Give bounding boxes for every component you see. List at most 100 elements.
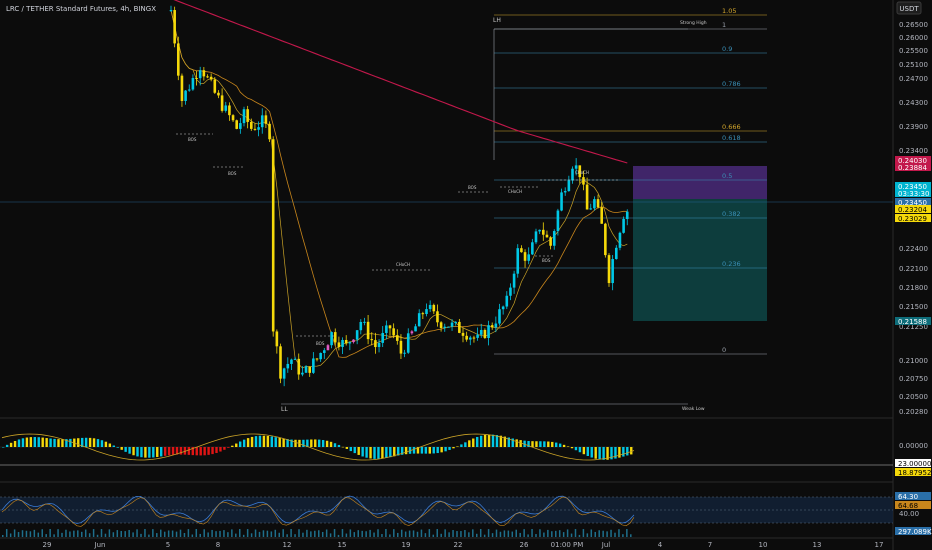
- volume-bar: [136, 529, 138, 537]
- histogram-bar: [472, 438, 475, 447]
- volume-bar: [286, 534, 288, 537]
- histogram-bar: [385, 447, 388, 458]
- price-tick-label: 0.22400: [899, 245, 928, 253]
- histogram-bar: [211, 447, 214, 455]
- volume-bar: [606, 531, 608, 537]
- histogram-bar: [278, 437, 281, 447]
- candle-body: [523, 252, 527, 261]
- volume-bar: [128, 529, 130, 537]
- volume-bar: [140, 533, 142, 537]
- price-tick-label: 0.20500: [899, 393, 928, 401]
- structure-label: Strong High: [680, 20, 707, 26]
- fib-label: 0.382: [722, 210, 741, 218]
- volume-bar: [574, 529, 577, 537]
- volume-bar: [73, 530, 75, 537]
- volume-bar: [345, 533, 348, 537]
- volume-bar: [148, 534, 150, 537]
- histogram-bar: [235, 443, 238, 447]
- histogram-bar: [570, 447, 574, 449]
- histogram-bar: [207, 447, 210, 455]
- candle-body: [472, 337, 476, 339]
- candle-body: [279, 346, 282, 379]
- volume-bar: [586, 533, 589, 537]
- histogram-bar: [167, 447, 171, 456]
- candle-body: [191, 78, 195, 90]
- volume-bar: [555, 530, 557, 537]
- histogram-bar: [464, 442, 467, 447]
- volume-bar: [531, 529, 533, 537]
- candle-body: [257, 127, 260, 130]
- candle-body: [370, 339, 374, 341]
- candle-body: [607, 255, 611, 284]
- volume-bar: [618, 529, 620, 537]
- volume-bar: [242, 534, 245, 537]
- candle-body: [560, 192, 563, 211]
- candle-body: [567, 180, 571, 192]
- candle-body: [220, 95, 224, 111]
- candle-body: [341, 339, 344, 347]
- stop-loss-zone: [633, 166, 767, 199]
- volume-bar: [258, 531, 261, 537]
- volume-bar: [65, 529, 67, 537]
- candle-body: [239, 123, 242, 129]
- volume-bar: [515, 529, 517, 537]
- chart-canvas[interactable]: 1.05 1 0.9 0.786 0.666 0.618 0.5 0.382 0.236 0 LH…: [0, 0, 932, 550]
- volume-bar: [400, 529, 403, 537]
- volume-bar: [81, 531, 83, 537]
- histogram-bar: [57, 439, 60, 447]
- histogram-bar: [171, 447, 175, 455]
- volume-bar: [551, 531, 553, 537]
- histogram-bar: [2, 447, 5, 448]
- histogram-bar: [69, 438, 72, 447]
- oscillator-value-text: 64.30: [898, 493, 918, 501]
- structure-label: LL: [281, 406, 288, 413]
- volume-bar: [412, 530, 415, 537]
- volume-bar: [124, 531, 126, 537]
- histogram-bar: [483, 434, 487, 447]
- candle-body: [552, 231, 556, 246]
- volume-bar: [519, 532, 521, 537]
- volume-bar: [468, 532, 470, 537]
- volume-bar: [365, 531, 367, 537]
- candle-body: [625, 211, 629, 220]
- volume-bar: [116, 530, 119, 537]
- price-tick-label: 0.24700: [899, 75, 928, 83]
- time-tick-label: 7: [708, 541, 712, 549]
- histogram-bar: [9, 442, 13, 447]
- candle-body: [582, 177, 585, 185]
- histogram-bar: [45, 438, 48, 447]
- volume-bar: [306, 529, 308, 537]
- price-tick-label: 0.26500: [899, 21, 928, 29]
- volume-bar: [187, 529, 190, 537]
- volume-bar: [373, 532, 375, 537]
- histogram-bar: [578, 447, 582, 453]
- volume-bar: [282, 529, 284, 537]
- time-tick-label: Jul: [601, 541, 611, 549]
- candle-body: [381, 332, 384, 343]
- histogram-bar: [92, 438, 96, 447]
- histogram-bar: [274, 437, 277, 447]
- volume-bar: [349, 529, 352, 537]
- histogram-bar: [219, 447, 222, 452]
- volume-bar: [254, 529, 257, 537]
- histogram-bar: [321, 440, 325, 447]
- candle-body: [195, 78, 198, 80]
- candle-body: [333, 332, 337, 343]
- histogram-bar: [239, 441, 242, 447]
- candle-body: [622, 219, 625, 233]
- histogram-bar: [365, 447, 368, 458]
- volume-bar: [487, 529, 490, 537]
- histogram-bar: [432, 447, 435, 454]
- candle-body: [235, 120, 238, 129]
- histogram-bar: [160, 447, 163, 457]
- histogram-bar: [17, 439, 21, 447]
- time-tick-label: 4: [658, 541, 663, 549]
- candle-body: [290, 359, 293, 364]
- price-label-text: 0.23204: [898, 206, 927, 214]
- volume-bar: [207, 532, 209, 537]
- candle-body: [589, 208, 593, 210]
- volume-bar: [235, 533, 237, 537]
- volume-bar: [9, 533, 12, 537]
- candle-body: [469, 337, 472, 340]
- histogram-bar: [436, 447, 439, 454]
